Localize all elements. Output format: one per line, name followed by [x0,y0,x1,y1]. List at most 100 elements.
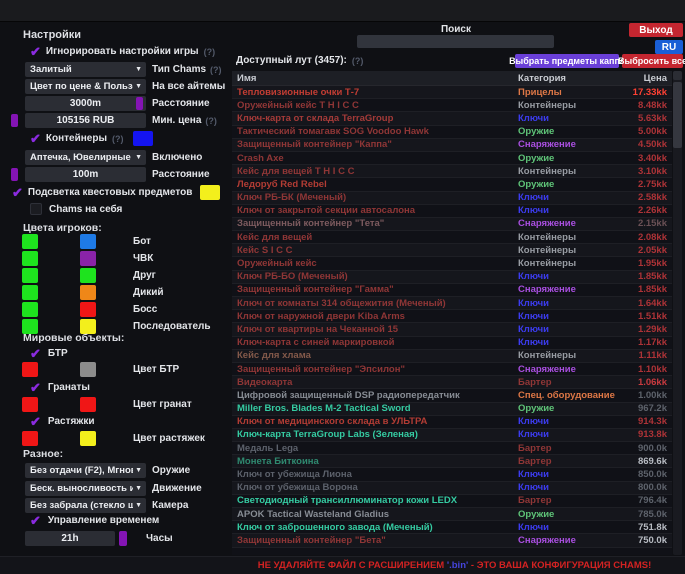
player-color-swatch-2[interactable] [80,234,96,249]
chams-self-label: Chams на себя [49,204,122,215]
table-row[interactable]: Кейс для хламаКонтейнеры1.11kk [232,350,672,363]
table-row[interactable]: Цифровой защищенный DSP радиопередатчикС… [232,389,672,402]
column-name[interactable]: Имя [232,73,518,84]
item-category: Снаряжение [518,284,620,295]
tripwire-color-swatch-1[interactable] [22,431,38,446]
table-row[interactable]: Светодиодный трансиллюминатор кожи LEDXБ… [232,495,672,508]
ignore-game-settings-checkbox[interactable]: ✔ Игнорировать настройки игры (?) [30,45,215,58]
table-row[interactable]: APOK Tactical Wasteland GladiusОружие785… [232,508,672,521]
table-row[interactable]: Ключ от убежища ЛионаКлючи850.0k [232,468,672,481]
table-row[interactable]: Защищенный контейнер "Бета"Снаряжение750… [232,534,672,547]
exit-button[interactable]: Выход [629,23,683,37]
table-row[interactable]: Защищенный контейнер "Тета"Снаряжение2.1… [232,218,672,231]
quest-highlight-checkbox[interactable]: ✔ Подсветка квестовых предметов [12,185,220,200]
chams-self-checkbox[interactable]: Chams на себя [30,203,122,215]
hours-color-swatch[interactable] [119,531,127,546]
scrollbar-thumb[interactable] [673,82,682,148]
table-row[interactable]: Тепловизионные очки Т-7Прицелы17.33kk [232,86,672,99]
player-color-swatch-2[interactable] [80,251,96,266]
chams-type-select[interactable]: Залитый ▼ [25,62,146,77]
table-row[interactable]: Ключ-карта TerraGroup Labs (Зеленая)Ключ… [232,429,672,442]
table-row[interactable]: Ключ от заброшенного завода (Меченый)Клю… [232,521,672,534]
table-row[interactable]: Ключ от закрытой секции автосалонаКлючи2… [232,205,672,218]
btr-color-swatch-1[interactable] [22,362,38,377]
time-control-checkbox[interactable]: ✔ Управление временем [30,514,159,527]
hours-input[interactable]: 21h [25,531,115,546]
player-color-swatch-1[interactable] [22,285,38,300]
table-row[interactable]: Кейс S I C CКонтейнеры2.05kk [232,244,672,257]
category-filter-select[interactable]: Аптечка, Ювелирные и... ▼ [25,150,146,165]
table-row[interactable]: Ключ от наружной двери Kiba ArmsКлючи1.5… [232,310,672,323]
btr-checkbox[interactable]: ✔ БТР [30,347,68,360]
weapon-select[interactable]: Без отдачи (F2), Мгновенное п ▼ [25,463,146,478]
table-row[interactable]: Кейс для вещейКонтейнеры2.08kk [232,231,672,244]
scroll-up-arrow[interactable] [673,71,682,80]
table-row[interactable]: Ключ-карта от склада TerraGroupКлючи5.63… [232,112,672,125]
color-mode-select[interactable]: Цвет по цене & Пользователь ▼ [25,79,146,94]
table-scrollbar[interactable] [673,71,682,555]
language-button[interactable]: RU [655,40,683,54]
table-row[interactable]: Монета БиткоинаБартер869.6k [232,455,672,468]
item-category: Ключи [518,113,620,124]
table-row[interactable]: Оружейный кейсКонтейнеры1.95kk [232,257,672,270]
quest-highlight-color-swatch[interactable] [200,185,220,200]
movement-select[interactable]: Беск. выносливость и нет уста ▼ [25,481,146,496]
distance-input[interactable]: 3000m [25,96,146,111]
item-category: Снаряжение [518,218,620,229]
drop-all-button[interactable]: Выбросить все [622,54,683,68]
table-row[interactable]: Медаль LegaБартер900.0k [232,442,672,455]
grenades-checkbox[interactable]: ✔ Гранаты [30,381,90,394]
loot-hint[interactable]: (?) [352,56,364,66]
min-price-hint[interactable]: (?) [205,116,217,126]
table-row[interactable]: Оружейный кейс T H I C CКонтейнеры8.48kk [232,99,672,112]
item-category: Снаряжение [518,139,620,150]
grenade-color-swatch-1[interactable] [22,397,38,412]
camera-select[interactable]: Без забрала (стекло шлема) ▼ [25,498,146,513]
table-row-partial[interactable] [232,548,672,555]
item-name: Цифровой защищенный DSP радиопередатчик [232,390,518,401]
column-category[interactable]: Категория [518,73,620,84]
distance-color-swatch[interactable] [136,97,143,110]
table-row[interactable]: Miller Bros. Blades M-2 Tactical SwordОр… [232,403,672,416]
chams-type-hint[interactable]: (?) [210,65,222,75]
containers-color-swatch[interactable] [133,131,153,146]
tripwires-label: Растяжки [48,416,95,427]
table-row[interactable]: Ключ РБ-БК (Меченый)Ключи2.58kk [232,192,672,205]
table-row[interactable]: ВидеокартаБартер1.06kk [232,376,672,389]
search-input[interactable] [357,35,554,48]
grenade-color-swatch-2[interactable] [80,397,96,412]
table-row[interactable]: Защищенный контейнер "Гамма"Снаряжение1.… [232,284,672,297]
containers-hint[interactable]: (?) [112,134,124,144]
player-color-swatch-1[interactable] [22,268,38,283]
table-row[interactable]: Crash AxeОружие3.40kk [232,152,672,165]
table-row[interactable]: Защищенный контейнер "Эпсилон"Снаряжение… [232,363,672,376]
table-row[interactable]: Кейс для вещей T H I C CКонтейнеры3.10kk [232,165,672,178]
table-row[interactable]: Ключ от медицинского склада в УЛЬТРАКлюч… [232,416,672,429]
containers-checkbox[interactable]: ✔ Контейнеры (?) [30,131,153,146]
player-color-swatch-2[interactable] [80,285,96,300]
select-kappa-items-button[interactable]: Выбрать предметы каппа [515,54,619,68]
ignore-game-settings-hint[interactable]: (?) [204,47,216,57]
player-color-swatch-1[interactable] [22,251,38,266]
table-row[interactable]: Ключ от убежища ВоронаКлючи800.0k [232,482,672,495]
table-row[interactable]: Ключ от квартиры на Чеканной 15Ключи1.29… [232,323,672,336]
btr-color-swatch-2[interactable] [80,362,96,377]
table-row[interactable]: Защищенный контейнер "Каппа"Снаряжение4.… [232,139,672,152]
min-price-color-swatch[interactable] [11,114,18,127]
min-price-input[interactable]: 105156 RUB [25,113,146,128]
item-category: Ключи [518,482,620,493]
table-row[interactable]: Ключ от комнаты 314 общежития (Меченый)К… [232,297,672,310]
distance2-color-swatch[interactable] [11,168,18,181]
table-row[interactable]: Ключ РБ-БО (Меченый)Ключи1.85kk [232,271,672,284]
tripwires-checkbox[interactable]: ✔ Растяжки [30,415,95,428]
tripwire-color-swatch-2[interactable] [80,431,96,446]
table-row[interactable]: Ледоруб Red RebelОружие2.75kk [232,178,672,191]
distance2-input[interactable]: 100m [25,167,146,182]
player-color-swatch-2[interactable] [80,268,96,283]
player-color-swatch-1[interactable] [22,234,38,249]
table-row[interactable]: Тактический томагавк SOG Voodoo HawkОруж… [232,126,672,139]
player-color-swatch-1[interactable] [22,302,38,317]
table-row[interactable]: Ключ-карта с синей маркировкойКлючи1.17k… [232,337,672,350]
player-color-swatch-2[interactable] [80,302,96,317]
column-price[interactable]: Цена [620,73,672,84]
